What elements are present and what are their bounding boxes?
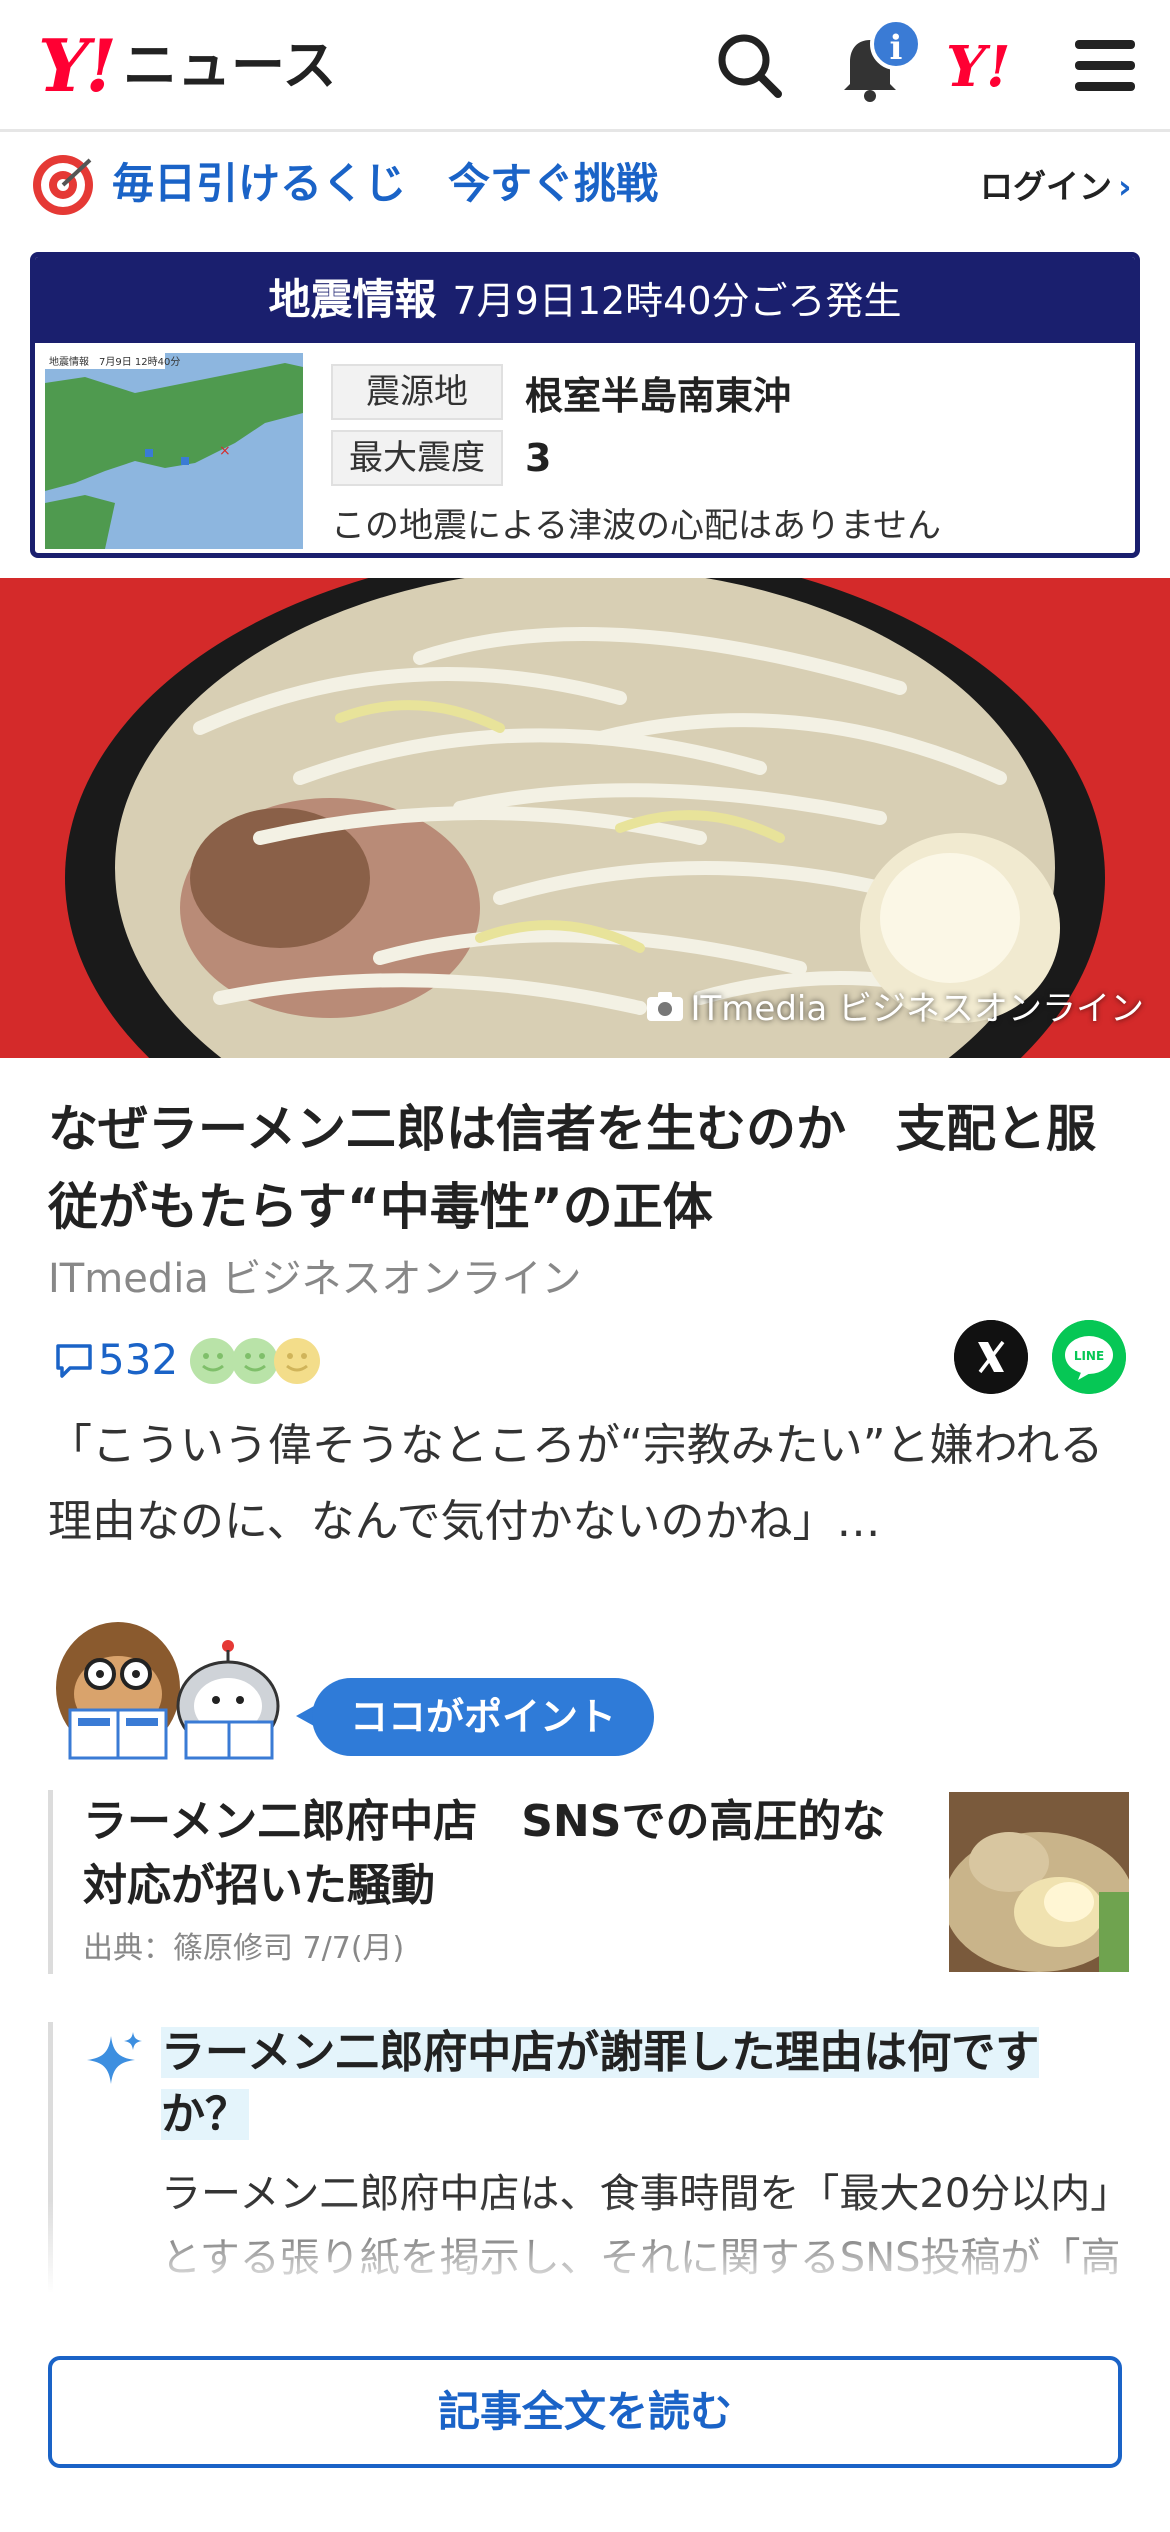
epicenter-row: 震源地 根室半島南東沖 [331, 359, 1121, 425]
article-hero-image[interactable]: ITmedia ビジネスオンライン [0, 578, 1170, 1058]
point-label: ココがポイント [312, 1678, 654, 1756]
article-title[interactable]: なぜラーメン二郎は信者を生むのか 支配と服従がもたらす“中毒性”の正体 [48, 1090, 1128, 1246]
sparkle-icon [87, 2032, 142, 2084]
login-label: ログイン [980, 167, 1112, 206]
article-meta-row: 532 LINE [48, 1320, 1128, 1400]
yahoo-japan-icon[interactable]: Y! [946, 32, 1026, 112]
earthquake-info-card[interactable]: 地震情報 7月9日12時40分ごろ発生 地震情報 7月9日 12時40分 × 震源… [30, 252, 1140, 558]
mascot-characters-icon [56, 1622, 280, 1760]
x-share-icon[interactable] [954, 1320, 1028, 1394]
earthquake-title: 地震情報 [268, 275, 437, 324]
map-caption: 地震情報 7月9日 12時40分 [49, 355, 180, 368]
comment-icon[interactable] [54, 1340, 94, 1380]
lottery-promo-row: 毎日引けるくじ 今すぐ挑戦 ログイン › [0, 140, 1170, 240]
epicenter-marker: × [219, 443, 231, 459]
chevron-right-icon: › [1118, 167, 1132, 206]
related-article-thumbnail [949, 1792, 1129, 1972]
content-fade-overlay [0, 2200, 1170, 2310]
lottery-promo-link[interactable]: 毎日引けるくじ 今すぐ挑戦 [112, 154, 658, 214]
related-article-source: 出典：篠原修司 7/7(月) [83, 1931, 405, 1966]
article-excerpt[interactable]: 「こういう偉そうなところが“宗教みたい”と嫌われる理由なのに、なんで気付かないの… [48, 1408, 1128, 1560]
notification-badge: i [870, 18, 922, 70]
earthquake-time: 7月9日12時40分ごろ発生 [452, 279, 902, 323]
camera-icon [647, 991, 684, 1021]
intensity-row: 最大震度 3 [331, 425, 1121, 491]
line-share-icon[interactable]: LINE [1052, 1320, 1126, 1394]
epicenter-label: 震源地 [331, 364, 503, 420]
svg-text:LINE: LINE [1074, 1349, 1104, 1363]
earthquake-header: 地震情報 7月9日12時40分ごろ発生 [35, 257, 1135, 343]
intensity-label: 最大震度 [331, 430, 503, 486]
tsunami-note: この地震による津波の心配はありません [331, 506, 941, 546]
ai-question: ラーメン二郎府中店が謝罪した理由は何ですか？ [161, 2022, 1121, 2146]
earthquake-details: 震源地 根室半島南東沖 最大震度 3 この地震による津波の心配はありません [331, 359, 1121, 551]
related-article-title: ラーメン二郎府中店 SNSでの高圧的な対応が招いた騒動 [83, 1796, 886, 1911]
app-header: Y! ニュース i Y! [0, 0, 1170, 132]
comment-count[interactable]: 532 [98, 1330, 178, 1390]
intensity-value: 3 [525, 436, 552, 480]
epicenter-value: 根室半島南東沖 [525, 373, 792, 418]
earthquake-map: 地震情報 7月9日 12時40分 × [45, 353, 303, 549]
article-source[interactable]: ITmedia ビジネスオンライン [48, 1250, 582, 1308]
yahoo-logo-mark: Y! [38, 23, 117, 108]
photo-credit-text: ITmedia ビジネスオンライン [690, 989, 1144, 1029]
hamburger-menu-icon[interactable] [1065, 26, 1145, 106]
target-icon [33, 155, 93, 215]
ai-question-text: ラーメン二郎府中店が謝罪した理由は何ですか？ [161, 2027, 1040, 2140]
related-article[interactable]: ラーメン二郎府中店 SNSでの高圧的な対応が招いた騒動 出典：篠原修司 7/7(… [48, 1790, 1129, 1974]
news-logo-text: ニュース [123, 34, 337, 97]
read-full-article-button[interactable]: 記事全文を読む [48, 2356, 1122, 2468]
reaction-faces-icon [190, 1338, 320, 1384]
yahoo-news-logo[interactable]: Y! ニュース [38, 30, 336, 102]
login-link[interactable]: ログイン › [980, 162, 1132, 212]
photo-credit: ITmedia ビジネスオンライン [646, 981, 1144, 1030]
search-icon[interactable] [710, 26, 790, 106]
